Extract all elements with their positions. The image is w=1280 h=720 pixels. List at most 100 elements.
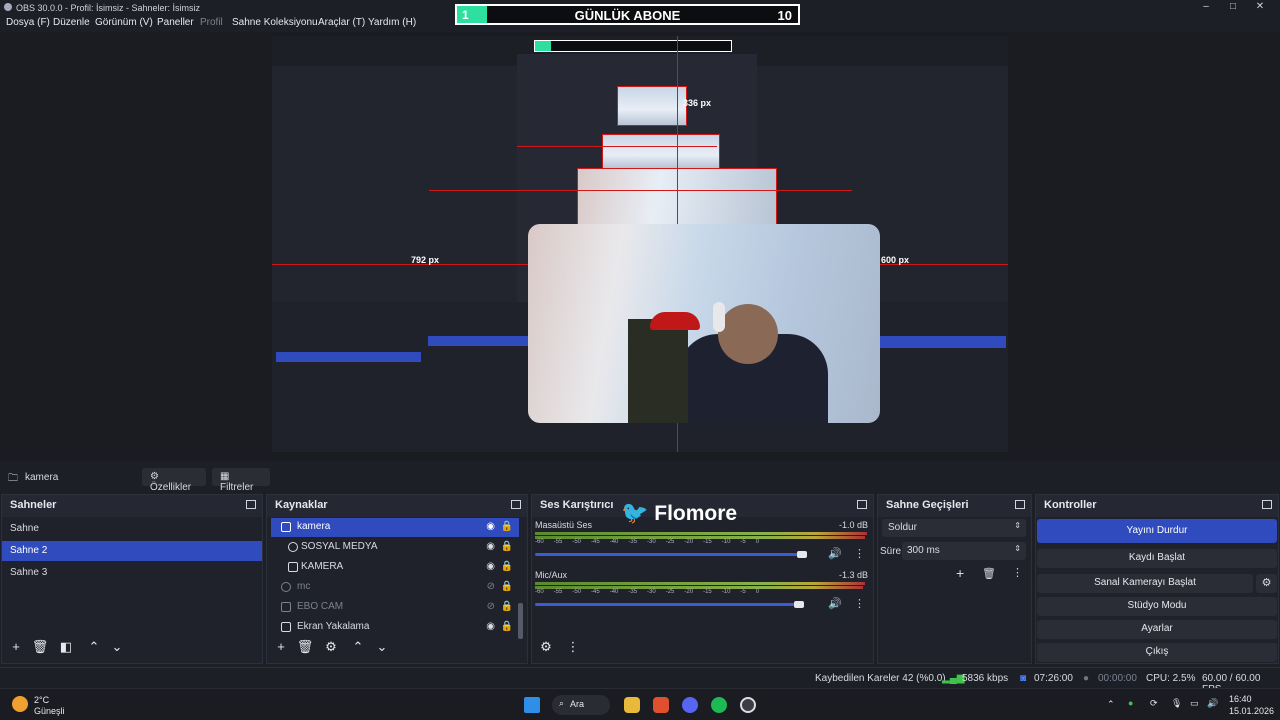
trash-icon[interactable]: 🗑 — [982, 567, 996, 580]
transition-select[interactable]: Soldur ⇕ — [882, 519, 1026, 537]
menu-edit[interactable]: Düzenle — [53, 17, 90, 28]
source-label: mc — [297, 581, 311, 592]
menu-view[interactable]: Görünüm (V) — [95, 17, 153, 28]
menu-tools[interactable]: Araçlar (T) — [318, 17, 365, 28]
start-virtual-camera-button[interactable]: Sanal Kamerayı Başlat — [1037, 574, 1253, 593]
weather-icon[interactable] — [12, 696, 28, 712]
file-explorer-icon[interactable] — [624, 697, 640, 713]
volume-slider-handle[interactable] — [794, 601, 804, 608]
exit-button[interactable]: Çıkış — [1037, 643, 1277, 662]
lock-icon[interactable]: 🔒 — [501, 601, 513, 612]
more-icon[interactable]: ⋮ — [564, 639, 582, 655]
tray-sync-icon[interactable]: ⟳ — [1150, 698, 1158, 709]
visibility-icon[interactable]: ◉ — [486, 561, 495, 572]
source-item-screen-capture[interactable]: Ekran Yakalama ◉ 🔒 — [271, 618, 519, 637]
source-item-social-media[interactable]: SOSYAL MEDYA ◉ 🔒 — [271, 538, 519, 557]
scene-item[interactable]: Sahne — [2, 519, 262, 539]
studio-mode-button[interactable]: Stüdyo Modu — [1037, 597, 1277, 616]
filters-button[interactable]: ▦ Filtreler — [212, 468, 270, 493]
controls-title: Kontroller — [1044, 499, 1097, 511]
visibility-icon[interactable]: ◉ — [486, 521, 495, 532]
microphone-icon[interactable]: 🎙 — [1171, 698, 1182, 709]
dock-popout-icon[interactable] — [511, 500, 521, 509]
scenes-title: Sahneler — [10, 499, 57, 511]
add-icon[interactable]: + — [956, 565, 964, 581]
speaker-icon[interactable]: 🔊 — [828, 547, 842, 560]
lock-icon[interactable]: 🔒 — [501, 541, 513, 552]
sources-title: Kaynaklar — [275, 499, 328, 511]
gear-icon[interactable]: ⚙ — [322, 639, 340, 655]
gear-icon[interactable]: ⚙ — [1256, 574, 1277, 593]
more-icon[interactable]: ⋮ — [854, 547, 865, 560]
weather-temp: 2°C — [34, 695, 50, 705]
advanced-audio-icon[interactable]: ⚙ — [537, 639, 555, 655]
duration-input[interactable]: 300 ms ⇕ — [902, 542, 1026, 560]
more-icon[interactable]: ⋮ — [1012, 566, 1023, 579]
properties-button[interactable]: ⚙ Özellikler — [142, 468, 206, 493]
camera-feed[interactable] — [528, 224, 880, 423]
search-label: Ara — [570, 699, 585, 709]
visibility-icon[interactable]: ◉ — [486, 621, 495, 632]
filter-icon[interactable]: ◧ — [57, 639, 75, 655]
obs-icon[interactable] — [740, 697, 756, 713]
scene-transitions-dock: Sahne Geçişleri Soldur ⇕ Süre 300 ms ⇕ + 🗑… — [877, 494, 1032, 664]
add-icon[interactable]: + — [272, 639, 290, 654]
menu-docks[interactable]: Paneller — [157, 17, 194, 28]
scene-item[interactable]: Sahne 3 — [2, 563, 262, 583]
menu-scene-collection[interactable]: Sahne Koleksiyonu — [232, 17, 318, 28]
lock-icon[interactable]: 🔒 — [501, 561, 513, 572]
more-icon[interactable]: ⋮ — [854, 597, 865, 610]
volume-icon[interactable]: 🔊 — [1207, 698, 1218, 709]
volume-slider[interactable] — [535, 603, 801, 606]
add-icon[interactable]: + — [7, 639, 25, 654]
clock-time[interactable]: 16:40 — [1229, 694, 1252, 704]
move-down-icon[interactable]: ⌄ — [373, 639, 391, 655]
scrollbar[interactable] — [518, 603, 523, 639]
trash-icon[interactable]: 🗑 — [296, 639, 314, 655]
taskbar-search[interactable]: ⌕ Ara — [552, 695, 610, 715]
trash-icon[interactable]: 🗑 — [31, 639, 49, 655]
dock-popout-icon[interactable] — [1015, 500, 1025, 509]
scene-item[interactable]: Sahne 2 — [2, 541, 262, 561]
source-item-kamera[interactable]: kamera ◉ 🔒 — [271, 518, 519, 537]
speaker-icon[interactable]: 🔊 — [828, 597, 842, 610]
lock-icon[interactable]: 🔒 — [501, 621, 513, 632]
menu-file[interactable]: Dosya (F) — [6, 17, 50, 28]
source-item-camera[interactable]: KAMERA ◉ 🔒 — [271, 558, 519, 577]
discord-icon[interactable] — [682, 697, 698, 713]
volume-slider-handle[interactable] — [797, 551, 807, 558]
minimize-icon[interactable]: – — [1196, 1, 1216, 12]
visibility-icon[interactable]: ◉ — [486, 541, 495, 552]
menu-help[interactable]: Yardım (H) — [368, 17, 416, 28]
source-item-mc[interactable]: mc ⊘ 🔒 — [271, 578, 519, 597]
clock-date[interactable]: 15.01.2026 — [1229, 706, 1274, 716]
stop-streaming-button[interactable]: Yayını Durdur — [1037, 519, 1277, 543]
maximize-icon[interactable]: □ — [1223, 1, 1243, 12]
stepper-icon[interactable]: ⇕ — [1014, 544, 1021, 553]
taskbar: 2°C Güneşli ⌕ Ara ⌃ ● ⟳ 🎙 ▭ 🔊 16:40 15.01… — [0, 688, 1280, 720]
dock-popout-icon[interactable] — [246, 500, 256, 509]
tray-app-icon[interactable]: ● — [1128, 698, 1133, 708]
dock-popout-icon[interactable] — [1262, 500, 1272, 509]
move-down-icon[interactable]: ⌄ — [108, 639, 126, 655]
spotify-icon[interactable] — [711, 697, 727, 713]
move-up-icon[interactable]: ⌃ — [349, 639, 367, 655]
lock-icon[interactable]: 🔒 — [501, 581, 513, 592]
volume-slider[interactable] — [535, 553, 805, 556]
monitor-icon[interactable]: ▭ — [1190, 698, 1199, 709]
windows-start-icon[interactable] — [524, 697, 540, 713]
move-up-icon[interactable]: ⌃ — [85, 639, 103, 655]
source-label: SOSYAL MEDYA — [301, 541, 378, 552]
weather-label: Güneşli — [34, 706, 65, 716]
dock-popout-icon[interactable] — [857, 500, 867, 509]
close-icon[interactable]: ✕ — [1250, 1, 1270, 12]
brave-browser-icon[interactable] — [653, 697, 669, 713]
source-item-ebo-cam[interactable]: EBO CAM ⊘ 🔒 — [271, 598, 519, 617]
settings-button[interactable]: Ayarlar — [1037, 620, 1277, 639]
hidden-icon[interactable]: ⊘ — [487, 601, 495, 612]
start-recording-button[interactable]: Kaydı Başlat — [1037, 549, 1277, 568]
lock-icon[interactable]: 🔒 — [501, 521, 513, 532]
hidden-icon[interactable]: ⊘ — [487, 581, 495, 592]
menu-profile[interactable]: Profil — [200, 17, 223, 28]
chevron-up-icon[interactable]: ⌃ — [1107, 699, 1115, 710]
